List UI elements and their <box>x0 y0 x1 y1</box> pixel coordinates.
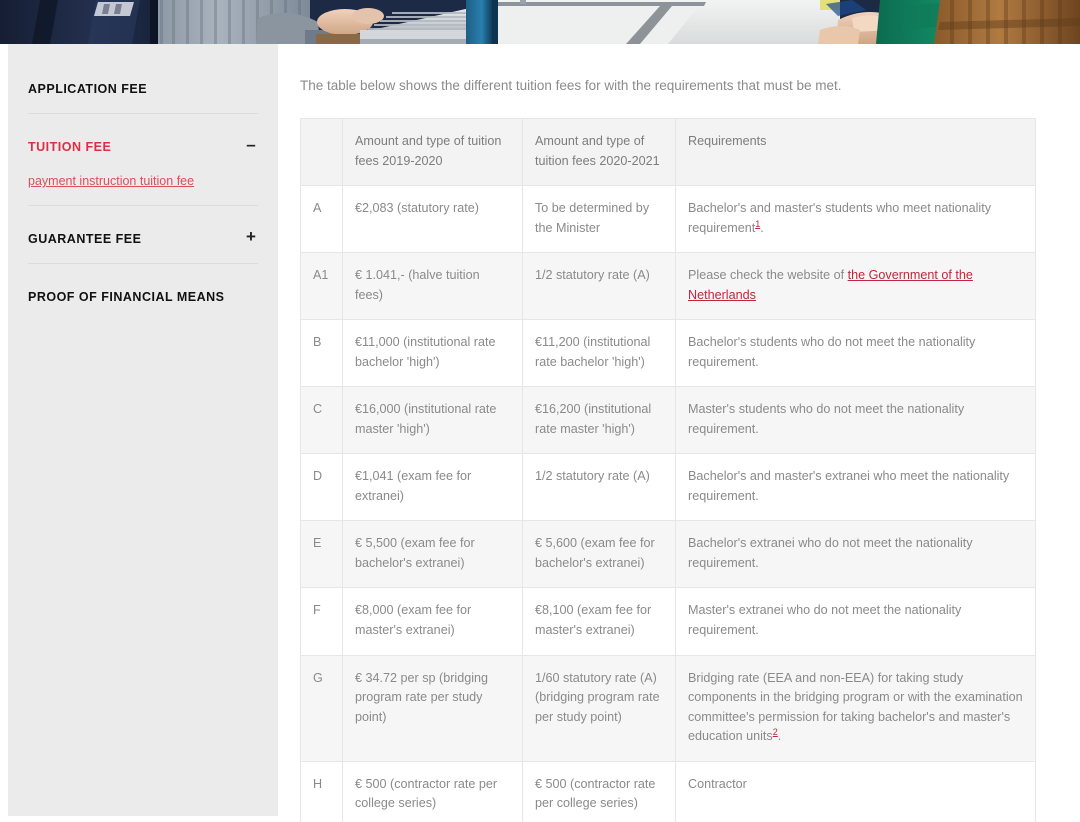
requirements-external-link[interactable]: the Government of the Netherlands <box>688 268 973 302</box>
sidebar-item-guarantee-fee[interactable]: GUARANTEE FEE + <box>28 206 258 265</box>
cell-fee-2020-2021: €11,200 (institutional rate bachelor 'hi… <box>522 319 676 388</box>
sidebar-item-application-fee[interactable]: APPLICATION FEE <box>28 44 258 114</box>
cell-fee-2020-2021: € 5,600 (exam fee for bachelor's extrane… <box>522 520 676 589</box>
cell-requirements: Bachelor's students who do not meet the … <box>675 319 1036 388</box>
hero-banner-photo <box>0 0 1080 44</box>
sidebar-sublink-payment-instruction[interactable]: payment instruction tuition fee <box>28 173 258 189</box>
intro-paragraph: The table below shows the different tuit… <box>300 78 842 93</box>
column-header-fees-2020-2021: Amount and type of tuition fees 2020-202… <box>522 118 676 187</box>
table-header: Amount and type of tuition fees 2019-202… <box>300 118 1036 187</box>
cell-fee-2019-2020: € 5,500 (exam fee for bachelor's extrane… <box>342 520 523 589</box>
cell-fee-2019-2020: €11,000 (institutional rate bachelor 'hi… <box>342 319 523 388</box>
minus-icon[interactable]: – <box>244 136 258 153</box>
table-row: A1 € 1.041,- (halve tuition fees) 1/2 stat… <box>300 252 1036 321</box>
cell-fee-2019-2020: € 500 (contractor rate per college serie… <box>342 760 523 822</box>
cell-fee-2020-2021: €8,100 (exam fee for master's extranei) <box>522 587 676 656</box>
cell-row-key: A <box>300 185 343 254</box>
table-row: E € 5,500 (exam fee for bachelor's extran… <box>300 520 1036 589</box>
cell-row-key: C <box>300 386 343 455</box>
cell-requirements: Please check the website of the Governme… <box>675 252 1036 321</box>
table-row: A €2,083 (statutory rate) To be determined… <box>300 185 1036 254</box>
cell-requirements: Bridging rate (EEA and non-EEA) for taki… <box>675 654 1036 762</box>
table-row: C €16,000 (institutional rate master 'hig… <box>300 386 1036 455</box>
cell-row-key: H <box>300 760 343 822</box>
page-root: APPLICATION FEE TUITION FEE – payment in… <box>0 0 1080 822</box>
cell-fee-2020-2021: 1/2 statutory rate (A) <box>522 252 676 321</box>
main-content: The table below shows the different tuit… <box>278 44 1080 822</box>
cell-row-key: D <box>300 453 343 522</box>
cell-row-key: E <box>300 520 343 589</box>
cell-row-key: F <box>300 587 343 656</box>
sidebar-item-label: PROOF OF FINANCIAL MEANS <box>28 290 225 305</box>
tuition-fees-table: Amount and type of tuition fees 2019-202… <box>300 118 1036 822</box>
sidebar-item-label: GUARANTEE FEE <box>28 232 142 247</box>
column-header-requirements: Requirements <box>675 118 1036 187</box>
cell-fee-2020-2021: 1/60 statutory rate (A) (bridging progra… <box>522 654 676 762</box>
cell-fee-2020-2021: 1/2 statutory rate (A) <box>522 453 676 522</box>
cell-requirements: Bachelor's and master's extranei who mee… <box>675 453 1036 522</box>
table-row: G € 34.72 per sp (bridging program rate p… <box>300 654 1036 762</box>
table-header-row: Amount and type of tuition fees 2019-202… <box>300 118 1036 187</box>
sidebar-item-label: APPLICATION FEE <box>28 82 148 96</box>
cell-row-key: B <box>300 319 343 388</box>
table-row: B €11,000 (institutional rate bachelor 'h… <box>300 319 1036 388</box>
hero-banner <box>0 0 1080 44</box>
sidebar-item-tuition-fee[interactable]: TUITION FEE – payment instruction tuitio… <box>28 114 258 207</box>
cell-fee-2020-2021: €16,200 (institutional rate master 'high… <box>522 386 676 455</box>
cell-fee-2019-2020: € 34.72 per sp (bridging program rate pe… <box>342 654 523 762</box>
table-row: H € 500 (contractor rate per college seri… <box>300 760 1036 822</box>
column-header-key <box>300 118 343 187</box>
plus-icon[interactable]: + <box>244 228 258 245</box>
cell-row-key: A1 <box>300 252 343 321</box>
cell-requirements: Bachelor's extranei who do not meet the … <box>675 520 1036 589</box>
cell-requirements: Bachelor's and master's students who mee… <box>675 185 1036 254</box>
table-row: F €8,000 (exam fee for master's extranei)… <box>300 587 1036 656</box>
cell-row-key: G <box>300 654 343 762</box>
footnote-reference[interactable]: 1 <box>755 219 760 229</box>
cell-fee-2019-2020: €1,041 (exam fee for extranei) <box>342 453 523 522</box>
sidebar-item-label: TUITION FEE <box>28 140 112 154</box>
cell-fee-2019-2020: € 1.041,- (halve tuition fees) <box>342 252 523 321</box>
cell-requirements: Master's students who do not meet the na… <box>675 386 1036 455</box>
column-header-fees-2019-2020: Amount and type of tuition fees 2019-202… <box>342 118 523 187</box>
cell-requirements: Master's extranei who do not meet the na… <box>675 587 1036 656</box>
footnote-reference[interactable]: 2 <box>773 727 778 737</box>
sidebar-item-proof-of-financial-means[interactable]: PROOF OF FINANCIAL MEANS <box>28 264 258 321</box>
cell-fee-2020-2021: To be determined by the Minister <box>522 185 676 254</box>
table-row: D €1,041 (exam fee for extranei) 1/2 statu… <box>300 453 1036 522</box>
cell-fee-2019-2020: €16,000 (institutional rate master 'high… <box>342 386 523 455</box>
cell-requirements: Contractor <box>675 760 1036 822</box>
cell-fee-2019-2020: €8,000 (exam fee for master's extranei) <box>342 587 523 656</box>
cell-fee-2020-2021: € 500 (contractor rate per college serie… <box>522 760 676 822</box>
cell-fee-2019-2020: €2,083 (statutory rate) <box>342 185 523 254</box>
table-body: A €2,083 (statutory rate) To be determined… <box>300 185 1036 822</box>
sidebar: APPLICATION FEE TUITION FEE – payment in… <box>8 44 278 816</box>
